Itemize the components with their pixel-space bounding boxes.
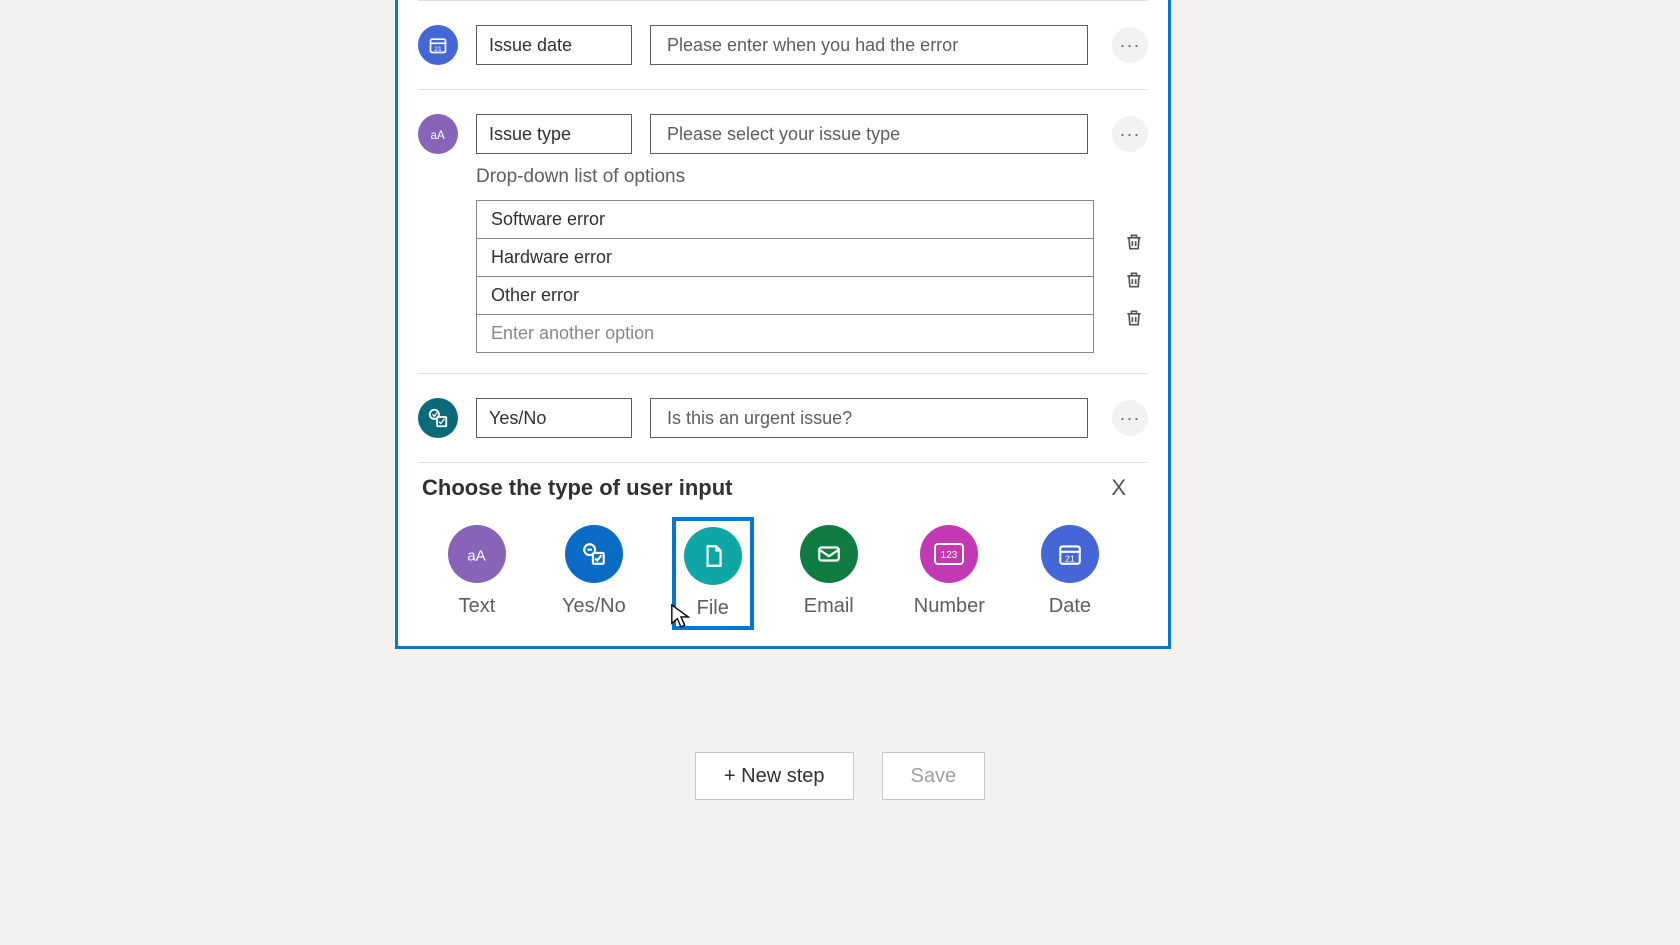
input-row-type: aA Issue type Please select your issue t… [398,90,1168,162]
type-label: File [697,597,729,620]
calendar-icon: 21 [418,25,458,65]
calendar-icon: 21 [1041,525,1099,583]
input-name-field[interactable]: Issue date [476,25,632,65]
more-button[interactable]: ··· [1112,116,1148,152]
type-label: Number [914,595,985,618]
save-button[interactable]: Save [882,752,986,800]
svg-text:aA: aA [431,129,445,142]
input-type-email[interactable]: Email [794,521,864,626]
yesno-icon [565,525,623,583]
svg-text:123: 123 [941,550,958,561]
close-button[interactable]: X [1111,475,1144,501]
dropdown-add-option[interactable]: Enter another option [477,315,1093,352]
trash-icon[interactable] [1124,307,1144,329]
input-row-date: 21 Issue date Please enter when you had … [398,1,1168,89]
yesno-icon [418,398,458,438]
footer-bar: + New step Save [0,752,1680,800]
dropdown-option-list: Software error Hardware error Other erro… [476,200,1094,353]
dropdown-option[interactable]: Hardware error [477,239,1093,277]
more-button[interactable]: ··· [1112,400,1148,436]
choose-input-type-section: Choose the type of user input X aA Text … [398,463,1168,638]
type-label: Email [804,595,854,618]
number-icon: 123 [920,525,978,583]
file-icon [684,527,742,585]
dropdown-option[interactable]: Other error [477,277,1093,315]
dropdown-options-block: Drop-down list of options Software error… [398,166,1168,373]
dropdown-label: Drop-down list of options [476,166,1148,188]
input-type-number[interactable]: 123 Number [908,521,991,626]
type-label: Text [459,595,496,618]
dropdown-option[interactable]: Software error [477,201,1093,239]
input-prompt-field[interactable]: Is this an urgent issue? [650,398,1088,438]
trash-icon[interactable] [1124,231,1144,253]
flow-trigger-card: 21 Issue date Please enter when you had … [395,0,1171,649]
svg-text:21: 21 [1065,554,1075,564]
text-icon: aA [418,114,458,154]
cursor-icon [670,602,692,630]
input-type-date[interactable]: 21 Date [1035,521,1105,626]
input-type-text[interactable]: aA Text [442,521,512,626]
svg-text:21: 21 [434,46,442,53]
svg-text:aA: aA [467,548,486,565]
email-icon [800,525,858,583]
input-name-field[interactable]: Issue type [476,114,632,154]
input-type-yesno[interactable]: Yes/No [556,521,632,626]
input-name-field[interactable]: Yes/No [476,398,632,438]
type-label: Date [1049,595,1091,618]
type-label: Yes/No [562,595,626,618]
input-prompt-field[interactable]: Please enter when you had the error [650,25,1088,65]
input-prompt-field[interactable]: Please select your issue type [650,114,1088,154]
text-icon: aA [448,525,506,583]
input-row-yesno: Yes/No Is this an urgent issue? ··· [398,374,1168,462]
choose-type-title: Choose the type of user input [422,475,732,501]
more-button[interactable]: ··· [1112,27,1148,63]
trash-icon[interactable] [1124,269,1144,291]
new-step-button[interactable]: + New step [695,752,854,800]
